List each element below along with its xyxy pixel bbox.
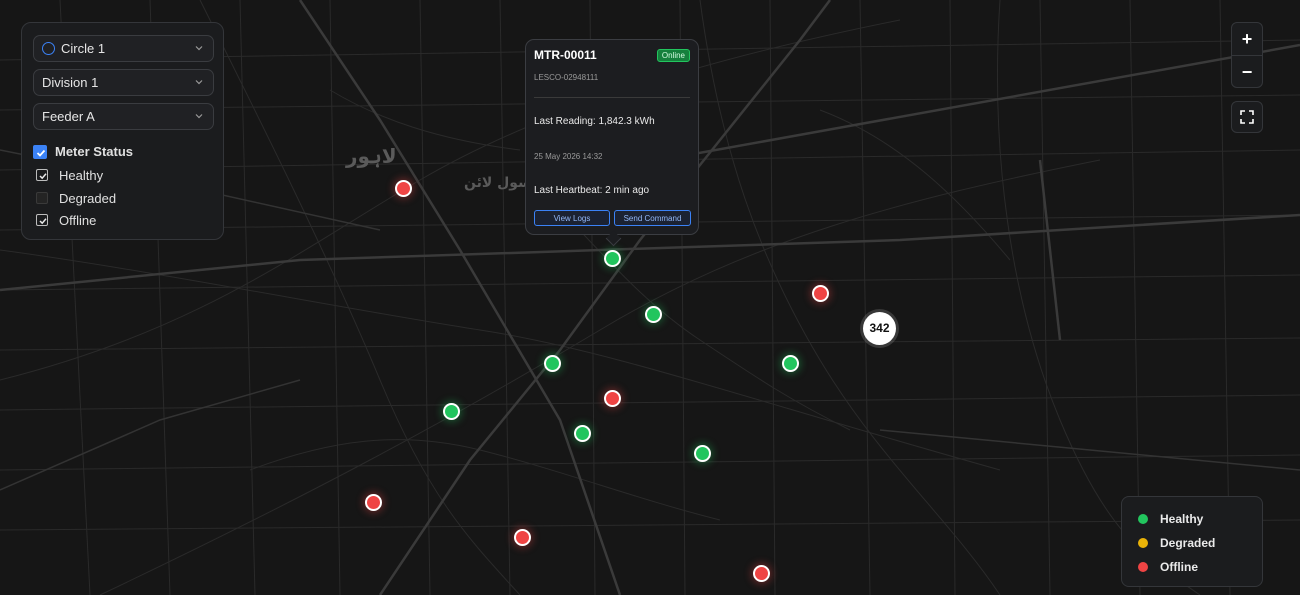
feeder-select-value: Feeder A — [42, 109, 95, 124]
meter-id: MTR-00011 — [534, 48, 597, 62]
cluster-marker[interactable]: 342 — [863, 312, 896, 345]
degraded-checkbox[interactable] — [36, 192, 48, 204]
send-command-button[interactable]: Send Command — [614, 210, 691, 226]
legend-dot-healthy — [1138, 514, 1148, 524]
legend-dot-offline — [1138, 562, 1148, 572]
degraded-label: Degraded — [59, 191, 117, 206]
reading-date: 25 May 2026 14:32 — [534, 152, 603, 161]
map-legend: Healthy Degraded Offline — [1121, 496, 1263, 587]
circle-icon — [42, 42, 55, 55]
meter-marker-offline[interactable] — [395, 180, 412, 197]
meter-marker-healthy[interactable] — [544, 355, 561, 372]
meter-marker-healthy[interactable] — [645, 306, 662, 323]
offline-checkbox[interactable] — [36, 214, 48, 226]
meter-marker-healthy[interactable] — [694, 445, 711, 462]
meter-marker-offline[interactable] — [514, 529, 531, 546]
meter-marker-offline[interactable] — [365, 494, 382, 511]
meter-marker-healthy[interactable] — [443, 403, 460, 420]
legend-item-healthy: Healthy — [1138, 511, 1204, 527]
meter-marker-healthy[interactable] — [782, 355, 799, 372]
chevron-down-icon — [195, 114, 203, 119]
zoom-controls: + − — [1231, 22, 1263, 88]
healthy-checkbox[interactable] — [36, 169, 48, 181]
view-logs-button[interactable]: View Logs — [534, 210, 610, 226]
circle-select[interactable]: Circle 1 — [33, 35, 214, 62]
division-select-value: Division 1 — [42, 75, 99, 90]
legend-label-healthy: Healthy — [1160, 512, 1204, 526]
status-badge: Online — [656, 49, 690, 62]
legend-label-offline: Offline — [1160, 560, 1198, 574]
checkmark-icon — [39, 218, 47, 225]
map-label-lahore: لاہور — [345, 144, 397, 168]
circle-select-value: Circle 1 — [61, 41, 106, 56]
account-number: LESCO-02948111 — [534, 73, 599, 82]
fullscreen-icon — [1240, 110, 1254, 124]
legend-label-degraded: Degraded — [1160, 536, 1216, 550]
legend-dot-degraded — [1138, 538, 1148, 548]
checkmark-icon — [39, 173, 47, 180]
zoom-out-button[interactable]: − — [1232, 56, 1262, 88]
legend-item-degraded: Degraded — [1138, 535, 1216, 551]
meter-marker-healthy[interactable] — [574, 425, 591, 442]
meter-marker-offline[interactable] — [604, 390, 621, 407]
filter-panel: Circle 1 Division 1 Feeder A Meter Statu… — [21, 22, 224, 240]
zoom-in-button[interactable]: + — [1232, 23, 1262, 55]
division-select[interactable]: Division 1 — [33, 69, 214, 96]
meter-popup: MTR-00011 Online LESCO-02948111 Last Rea… — [525, 39, 699, 247]
last-heartbeat: Last Heartbeat: 2 min ago — [534, 185, 650, 196]
meter-status-label: Meter Status — [55, 144, 134, 159]
divider — [534, 97, 690, 98]
last-reading: Last Reading: 1,842.3 kWh — [534, 116, 655, 127]
meter-marker-healthy[interactable] — [604, 250, 621, 267]
offline-label: Offline — [59, 213, 97, 228]
chevron-down-icon — [195, 46, 203, 51]
meter-marker-offline[interactable] — [812, 285, 829, 302]
meter-marker-offline[interactable] — [753, 565, 770, 582]
fullscreen-button[interactable] — [1231, 101, 1263, 133]
healthy-label: Healthy — [59, 168, 104, 183]
checkmark-icon — [36, 149, 46, 157]
meter-status-checkbox[interactable] — [33, 145, 47, 159]
legend-item-offline: Offline — [1138, 559, 1198, 575]
feeder-select[interactable]: Feeder A — [33, 103, 214, 130]
chevron-down-icon — [195, 80, 203, 85]
